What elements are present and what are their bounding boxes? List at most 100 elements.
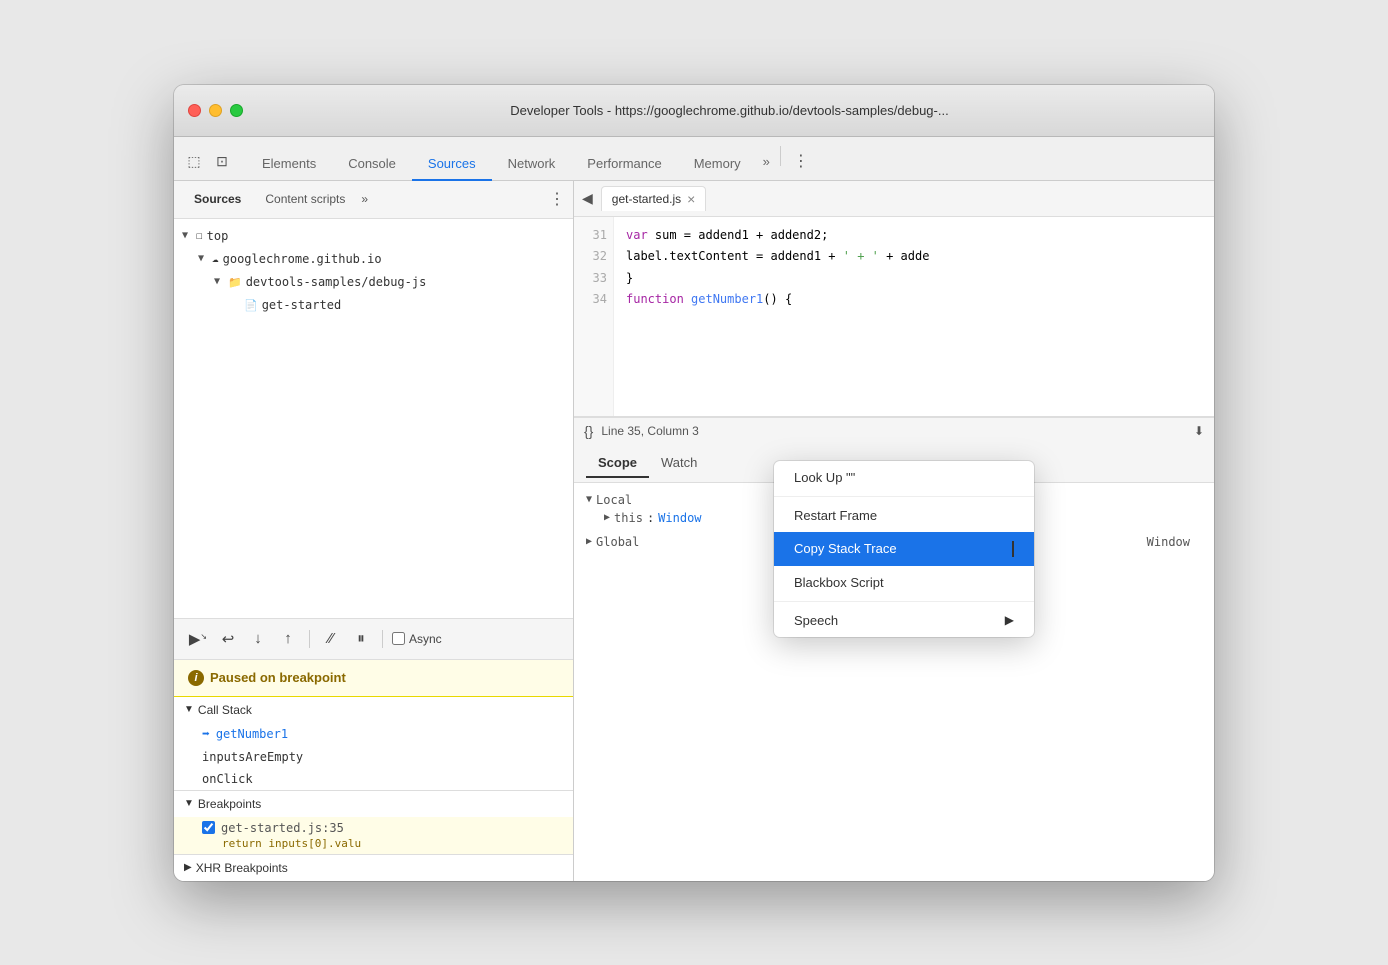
device-icon[interactable]: ⊡ — [210, 150, 234, 174]
ctx-separator-2 — [774, 601, 1034, 602]
tab-performance[interactable]: Performance — [571, 148, 677, 181]
cs-label-getnumber1: getNumber1 — [216, 727, 288, 741]
code-line-33: } — [626, 268, 1202, 290]
tree-item-devtools[interactable]: ▼ 📁 devtools-samples/debug-js — [174, 271, 573, 294]
ctx-item-copy-stack[interactable]: Copy Stack Trace — [774, 532, 1034, 566]
breakpoints-section: ▼ Breakpoints get-started.js:35 return i… — [174, 791, 573, 855]
tab-memory[interactable]: Memory — [678, 148, 757, 181]
step-out-button[interactable]: ↑ — [276, 627, 300, 651]
breakpoint-file-label: get-started.js:35 — [221, 821, 344, 835]
tree-item-github[interactable]: ▼ ☁ googlechrome.github.io — [174, 248, 573, 271]
toolbar-icons: ⬚ ⊡ — [182, 150, 234, 180]
traffic-lights — [188, 104, 243, 117]
ctx-item-speech[interactable]: Speech ▶ — [774, 604, 1034, 637]
status-arrow-icon[interactable]: ⬇ — [1194, 424, 1204, 438]
ctx-item-lookup[interactable]: Look Up "" — [774, 461, 1034, 494]
call-stack-header[interactable]: ▼ Call Stack — [174, 697, 573, 723]
breakpoint-code: return inputs[0].valu — [202, 837, 563, 850]
maximize-button[interactable] — [230, 104, 243, 117]
cs-label-inputsareempty: inputsAreEmpty — [202, 750, 303, 764]
cs-label-onclick: onClick — [202, 772, 253, 786]
line-num-31: 31 — [580, 225, 607, 247]
tree-item-getstarted[interactable]: 📄 get-started — [174, 294, 573, 317]
code-line-32: label.textContent = addend1 + ' + ' + ad… — [626, 246, 1202, 268]
scope-this-key: this — [614, 511, 643, 525]
subtab-menu-icon[interactable]: ⋮ — [549, 189, 565, 209]
close-button[interactable] — [188, 104, 201, 117]
code-header: ◀ get-started.js × — [574, 181, 1214, 217]
file-tree: ▼ ☐ top ▼ ☁ googlechrome.github.io ▼ 📁 d… — [174, 219, 573, 618]
minimize-button[interactable] — [209, 104, 222, 117]
toolbar-separator-2 — [382, 630, 383, 648]
tree-label-devtools: devtools-samples/debug-js — [246, 273, 427, 292]
context-menu: Look Up "" Restart Frame Copy Stack Trac… — [774, 461, 1034, 637]
folder-icon-top: ☐ — [196, 227, 203, 245]
deactivate-button[interactable]: ⁄⁄ — [319, 627, 343, 651]
title-bar: Developer Tools - https://googlechrome.g… — [174, 85, 1214, 137]
inspect-icon[interactable]: ⬚ — [182, 150, 206, 174]
file-tab-name: get-started.js — [612, 192, 681, 206]
ctx-item-restart[interactable]: Restart Frame — [774, 499, 1034, 532]
tab-scope[interactable]: Scope — [586, 449, 649, 478]
breakpoints-header[interactable]: ▼ Breakpoints — [174, 791, 573, 817]
paused-text: Paused on breakpoint — [210, 670, 346, 685]
callstack-arrow-icon: ▼ — [184, 704, 194, 715]
breakpoints-arrow-icon: ▼ — [184, 798, 194, 809]
resume-button[interactable]: ▶↘ — [186, 627, 210, 651]
info-icon: i — [188, 670, 204, 686]
ctx-separator-1 — [774, 496, 1034, 497]
tab-more[interactable]: » — [757, 146, 776, 177]
xhr-section[interactable]: ▶ XHR Breakpoints — [174, 855, 573, 881]
tree-arrow-github: ▼ — [198, 251, 212, 267]
tab-network[interactable]: Network — [492, 148, 572, 181]
tree-arrow-devtools: ▼ — [214, 274, 228, 290]
subtab-more[interactable]: » — [357, 188, 372, 210]
line-num-34: 34 — [580, 289, 607, 311]
code-content: var sum = addend1 + addend2; label.textC… — [614, 217, 1214, 416]
file-tab-getstarted[interactable]: get-started.js × — [601, 186, 707, 211]
subtab-content-scripts[interactable]: Content scripts — [253, 186, 357, 212]
scope-this-arrow-icon: ▶ — [604, 512, 610, 523]
callstack-item-inputsareempty[interactable]: inputsAreEmpty — [174, 746, 573, 768]
callstack-item-onclick[interactable]: onClick — [174, 768, 573, 790]
breakpoint-checkbox[interactable] — [202, 821, 215, 834]
breakpoint-item-1: get-started.js:35 return inputs[0].valu — [174, 817, 573, 854]
tab-watch[interactable]: Watch — [649, 449, 709, 478]
window-title: Developer Tools - https://googlechrome.g… — [259, 103, 1200, 118]
step-into-button[interactable]: ↓ — [246, 627, 270, 651]
devtools-window: Developer Tools - https://googlechrome.g… — [174, 85, 1214, 881]
left-panel: Sources Content scripts » ⋮ ▼ ☐ top ▼ ☁ … — [174, 181, 574, 881]
scope-local-label: Local — [596, 493, 632, 507]
tree-label-github: googlechrome.github.io — [223, 250, 382, 269]
scope-global-label: Global — [596, 535, 639, 549]
ctx-restart-label: Restart Frame — [794, 508, 877, 523]
tab-elements[interactable]: Elements — [246, 148, 332, 181]
pause-exceptions-button[interactable]: ⏸ — [349, 627, 373, 651]
tree-item-top[interactable]: ▼ ☐ top — [174, 225, 573, 248]
file-tab-close-icon[interactable]: × — [687, 191, 695, 207]
step-over-button[interactable]: ↩ — [216, 627, 240, 651]
subtab-sources[interactable]: Sources — [182, 186, 253, 212]
more-options-icon[interactable]: ⋮ — [785, 145, 817, 177]
nav-left-icon[interactable]: ◀ — [582, 190, 593, 207]
ctx-speech-label: Speech — [794, 613, 838, 628]
ctx-item-blackbox[interactable]: Blackbox Script — [774, 566, 1034, 599]
code-line-34: function getNumber1() { — [626, 289, 1202, 311]
ctx-speech-arrow-icon: ▶ — [1005, 613, 1014, 627]
toolbar-separator-1 — [309, 630, 310, 648]
tab-sources[interactable]: Sources — [412, 148, 492, 181]
call-stack-section: ▼ Call Stack ➡ getNumber1 inputsAreEmpty… — [174, 697, 573, 791]
ctx-lookup-label: Look Up "" — [794, 470, 855, 485]
status-curly-icon[interactable]: {} — [584, 423, 593, 439]
tab-console[interactable]: Console — [332, 148, 412, 181]
status-position: Line 35, Column 3 — [601, 424, 698, 438]
ctx-blackbox-label: Blackbox Script — [794, 575, 884, 590]
file-icon: 📄 — [244, 297, 258, 315]
callstack-item-getnumber1[interactable]: ➡ getNumber1 — [174, 723, 573, 746]
tree-arrow-top: ▼ — [182, 228, 196, 244]
async-checkbox[interactable]: Async — [392, 632, 442, 646]
async-checkbox-input[interactable] — [392, 632, 405, 645]
code-area: 31 32 33 34 var sum = addend1 + addend2;… — [574, 217, 1214, 417]
async-label: Async — [409, 632, 442, 646]
cloud-icon: ☁ — [212, 250, 219, 268]
